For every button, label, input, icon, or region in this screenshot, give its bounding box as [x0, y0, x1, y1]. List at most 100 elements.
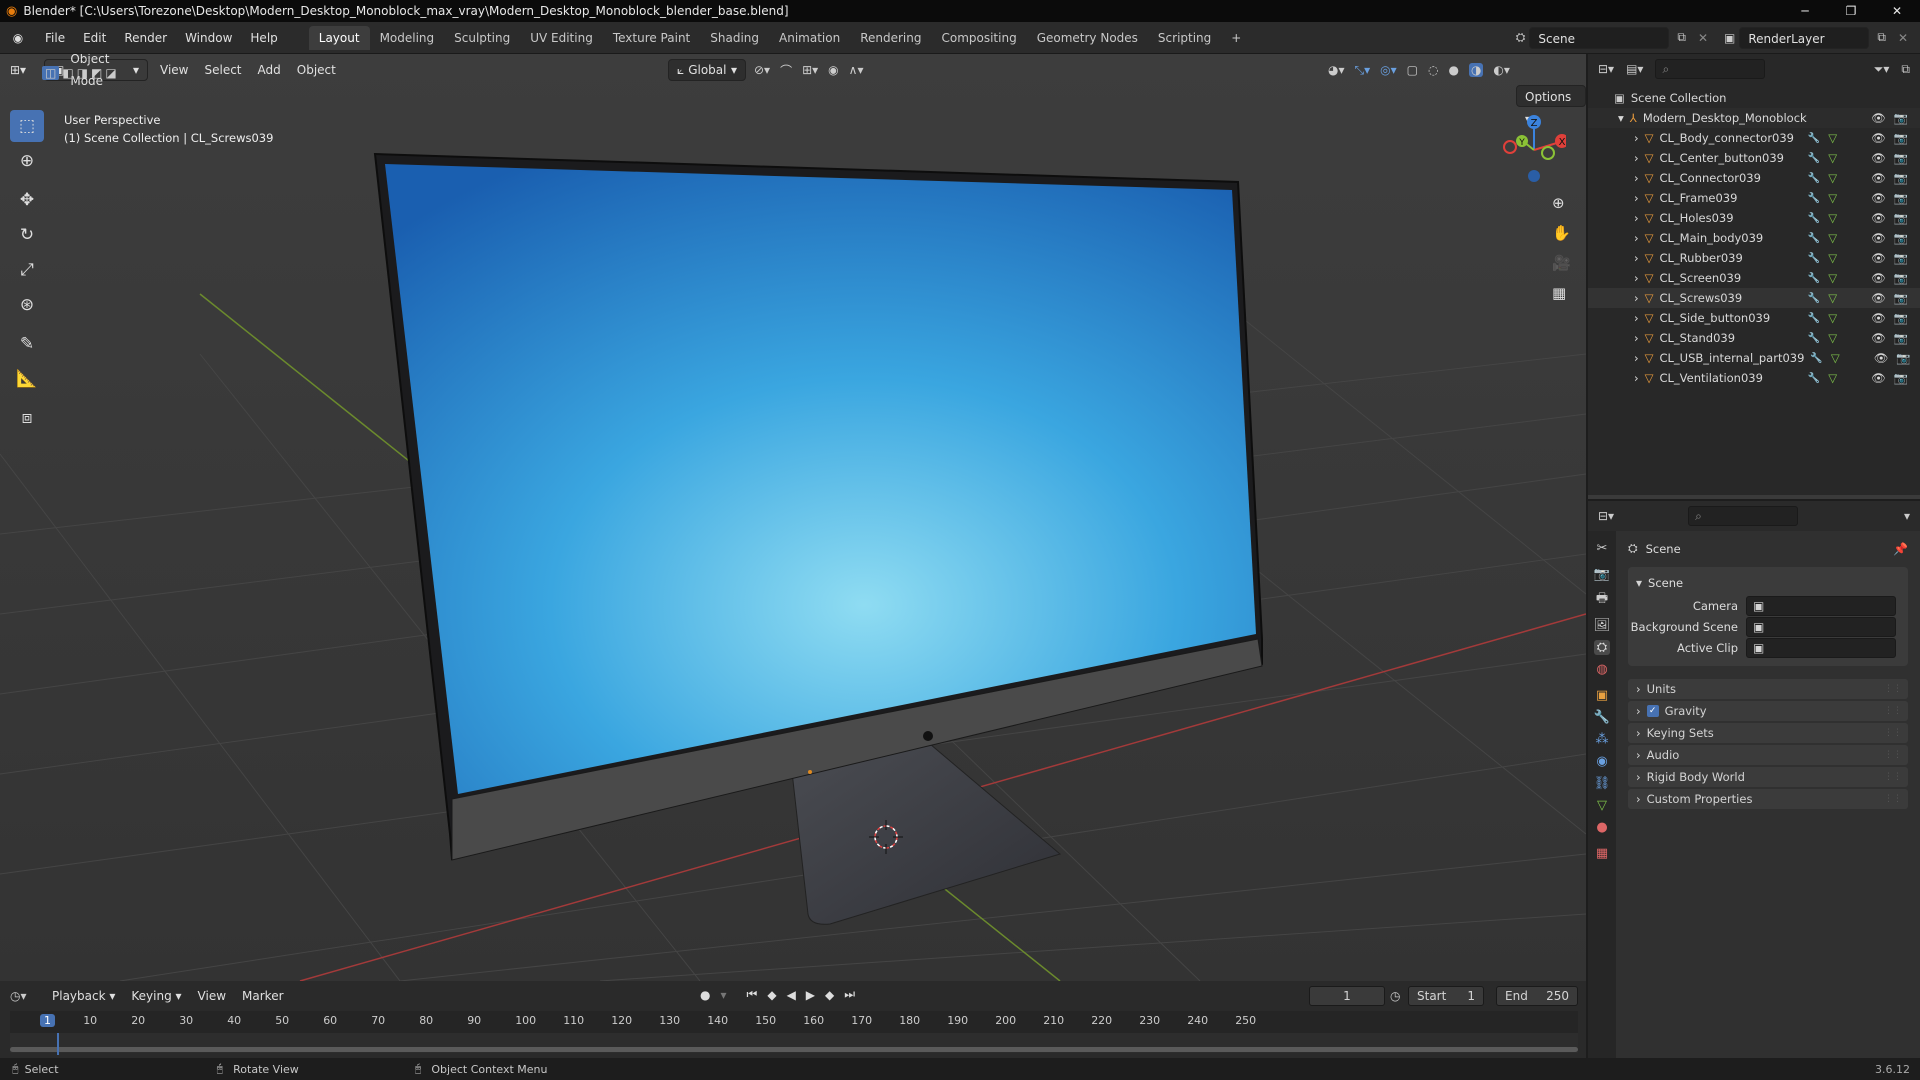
new-collection-icon[interactable]: ⧉ — [1901, 62, 1910, 77]
section-rigid-body-world[interactable]: › Rigid Body World ⋮⋮ — [1628, 767, 1908, 787]
expand-arrow-icon[interactable]: › — [1634, 271, 1639, 285]
wireframe-shading-icon[interactable]: ◌ — [1428, 63, 1438, 77]
object-tab-icon[interactable]: ▣ — [1596, 688, 1608, 703]
outliner-object-row[interactable]: › ▽ CL_Center_button039 🔧 ▽ 👁 📷 — [1588, 148, 1920, 168]
drag-handle-icon[interactable]: ⋮⋮ — [1884, 794, 1902, 804]
expand-arrow-icon[interactable]: › — [1634, 251, 1639, 265]
physics-tab-icon[interactable]: ◉ — [1596, 754, 1607, 769]
eye-icon[interactable]: 👁 — [1871, 371, 1886, 385]
viewport-menu-add[interactable]: Add — [250, 59, 289, 81]
filter-icon[interactable]: ⏷▾ — [1874, 62, 1890, 77]
end-frame-field[interactable]: End 250 — [1496, 986, 1578, 1006]
menu-edit[interactable]: Edit — [74, 22, 115, 54]
delete-scene-icon[interactable]: ✕ — [1694, 31, 1712, 45]
tab-sculpting[interactable]: Sculpting — [444, 26, 520, 50]
render-camera-icon[interactable]: 📷 — [1894, 371, 1908, 385]
timeline-menu-keying[interactable]: Keying ▾ — [123, 985, 189, 1007]
pivot-icon[interactable]: ⊘▾ — [754, 63, 770, 77]
properties-search[interactable]: ⌕ — [1688, 506, 1799, 526]
menu-window[interactable]: Window — [176, 22, 241, 54]
menu-help[interactable]: Help — [241, 22, 286, 54]
add-workspace-button[interactable]: + — [1221, 26, 1251, 50]
viewport-menu-object[interactable]: Object — [289, 59, 344, 81]
outliner-object-row[interactable]: › ▽ CL_Screws039 🔧 ▽ 👁 📷 — [1588, 288, 1920, 308]
snap-target-icon[interactable]: ⊞▾ — [802, 63, 818, 77]
eye-icon[interactable]: 👁 — [1871, 171, 1886, 185]
render-camera-icon[interactable]: 📷 — [1894, 131, 1908, 145]
pin-icon[interactable]: 📌 — [1893, 542, 1908, 556]
delete-view-layer-icon[interactable]: ✕ — [1894, 31, 1912, 45]
eye-icon[interactable]: 👁 — [1871, 131, 1886, 145]
gravity-checkbox[interactable]: ✓ — [1646, 705, 1659, 717]
eye-icon[interactable]: 👁 — [1871, 291, 1886, 305]
particles-tab-icon[interactable]: ⁂ — [1596, 732, 1609, 747]
preview-range-icon[interactable]: ◷ — [1390, 989, 1400, 1003]
section-audio[interactable]: › Audio ⋮⋮ — [1628, 745, 1908, 765]
3d-viewport[interactable]: ⊞▾ ▣Object Mode▾ ViewSelectAddObject ⟀Gl… — [0, 54, 1586, 981]
active-clip-field[interactable]: ▣ — [1746, 637, 1896, 658]
outliner-object-row[interactable]: › ▽ CL_Screen039 🔧 ▽ 👁 📷 — [1588, 268, 1920, 288]
play-reverse-icon[interactable]: ◀ — [787, 988, 796, 1002]
new-scene-icon[interactable]: ⧉ — [1673, 30, 1690, 45]
render-tab-icon[interactable]: 📷 — [1594, 567, 1610, 582]
drag-handle-icon[interactable]: ⋮⋮ — [1884, 684, 1902, 694]
render-camera-icon[interactable]: 📷 — [1894, 111, 1908, 125]
jump-start-icon[interactable]: ⏮ — [747, 987, 758, 1002]
prev-keyframe-icon[interactable]: ◆ — [767, 988, 776, 1002]
add-cube-tool[interactable]: ⧈ — [10, 402, 44, 434]
constraints-tab-icon[interactable]: ⛓ — [1594, 776, 1611, 791]
scene-selector[interactable]: Scene — [1529, 26, 1670, 49]
timeline-menu-view[interactable]: View — [190, 985, 234, 1007]
scene-panel-header[interactable]: ▾ Scene — [1628, 571, 1908, 595]
section-keying-sets[interactable]: › Keying Sets ⋮⋮ — [1628, 723, 1908, 743]
render-camera-icon[interactable]: 📷 — [1894, 231, 1908, 245]
outliner-divider[interactable] — [1588, 495, 1920, 499]
drag-handle-icon[interactable]: ⋮⋮ — [1884, 728, 1902, 738]
properties-options-icon[interactable]: ▾ — [1904, 509, 1910, 523]
outliner-object-row[interactable]: › ▽ CL_USB_internal_part039 🔧 ▽ 👁 📷 — [1588, 348, 1920, 368]
expand-arrow-icon[interactable]: › — [1634, 351, 1639, 365]
outliner-object-row[interactable]: › ▽ CL_Frame039 🔧 ▽ 👁 📷 — [1588, 188, 1920, 208]
eye-icon[interactable]: 👁 — [1871, 251, 1886, 265]
background-scene-field[interactable]: ▣ — [1746, 616, 1896, 637]
start-frame-field[interactable]: Start 1 — [1408, 986, 1484, 1006]
expand-arrow-icon[interactable]: › — [1634, 311, 1639, 325]
select-box-tool[interactable]: ⬚ — [10, 110, 44, 142]
annotate-tool[interactable]: ✎ — [10, 328, 44, 360]
rendered-shading-icon[interactable]: ◐▾ — [1493, 63, 1510, 77]
close-icon[interactable]: ✕ — [1874, 4, 1920, 18]
eye-icon[interactable]: 👁 — [1874, 351, 1889, 365]
tool-tab-icon[interactable]: ✂ — [1597, 541, 1608, 556]
render-camera-icon[interactable]: 📷 — [1894, 311, 1908, 325]
expand-arrow-icon[interactable]: › — [1634, 371, 1639, 385]
tab-texture-paint[interactable]: Texture Paint — [603, 26, 700, 50]
eye-icon[interactable]: 👁 — [1871, 311, 1886, 325]
view-layer-icon[interactable]: ▣ — [1724, 31, 1735, 45]
render-camera-icon[interactable]: 📷 — [1894, 291, 1908, 305]
outliner-object-row[interactable]: › ▽ CL_Connector039 🔧 ▽ 👁 📷 — [1588, 168, 1920, 188]
select-invert-icon[interactable]: ◩ — [91, 66, 102, 80]
cursor-tool[interactable]: ⊕ — [10, 145, 44, 177]
outliner-object-row[interactable]: › ▽ CL_Body_connector039 🔧 ▽ 👁 📷 — [1588, 128, 1920, 148]
outliner-editor-icon[interactable]: ⊟▾ — [1598, 62, 1614, 76]
section-units[interactable]: › Units ⋮⋮ — [1628, 679, 1908, 699]
new-view-layer-icon[interactable]: ⧉ — [1873, 30, 1890, 45]
eye-icon[interactable]: 👁 — [1871, 151, 1886, 165]
outliner-search[interactable]: ⌕ — [1655, 59, 1766, 79]
section-custom-properties[interactable]: › Custom Properties ⋮⋮ — [1628, 789, 1908, 809]
menu-render[interactable]: Render — [115, 22, 176, 54]
drag-handle-icon[interactable]: ⋮⋮ — [1884, 772, 1902, 782]
overlays-icon[interactable]: ◎▾ — [1380, 63, 1397, 77]
select-subtract-icon[interactable]: ◨ — [77, 66, 88, 80]
render-camera-icon[interactable]: 📷 — [1894, 191, 1908, 205]
texture-tab-icon[interactable]: ▦ — [1596, 846, 1608, 861]
current-frame-marker[interactable]: 1 — [40, 1014, 55, 1027]
expand-arrow-icon[interactable]: › — [1634, 331, 1639, 345]
transform-orientation[interactable]: ⟀ Global ▾ — [668, 59, 746, 81]
solid-shading-icon[interactable]: ● — [1448, 63, 1458, 77]
render-camera-icon[interactable]: 📷 — [1894, 271, 1908, 285]
scene-collection-row[interactable]: ▣ Scene Collection — [1588, 88, 1920, 108]
section-gravity[interactable]: › ✓ Gravity ⋮⋮ — [1628, 701, 1908, 721]
falloff-icon[interactable]: ∧▾ — [849, 63, 864, 77]
maximize-icon[interactable]: ❐ — [1828, 4, 1874, 18]
